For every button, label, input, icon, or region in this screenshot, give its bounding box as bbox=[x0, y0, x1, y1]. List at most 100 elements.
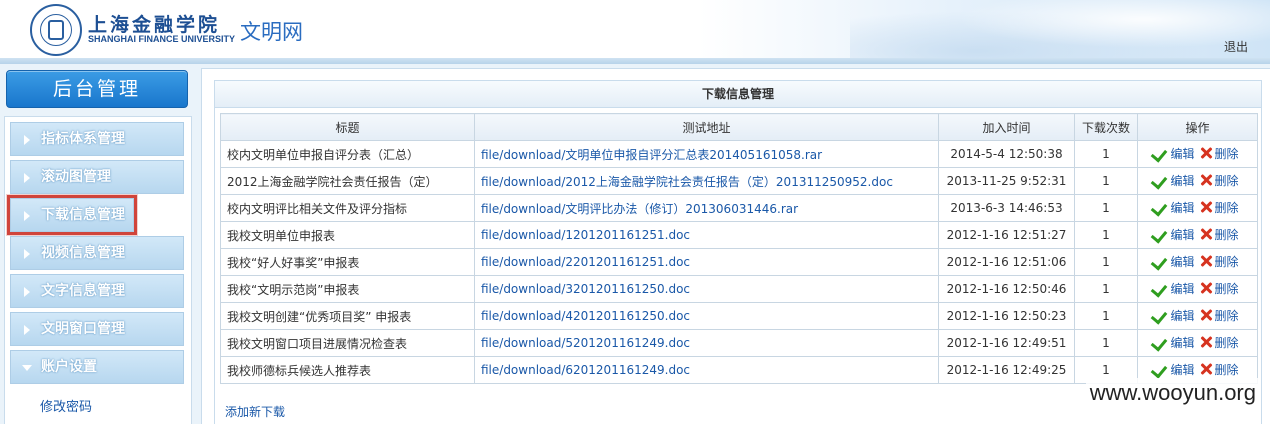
arrow-right-icon bbox=[24, 173, 30, 183]
cell-url: file/download/文明单位申报自评分汇总表201405161058.r… bbox=[474, 140, 939, 168]
table-body: 校内文明单位申报自评分表（汇总） file/download/文明单位申报自评分汇… bbox=[220, 140, 1258, 384]
cell-title: 我校“文明示范岗”申报表 bbox=[220, 275, 475, 303]
download-url-link[interactable]: file/download/1201201161251.doc bbox=[481, 228, 690, 242]
edit-button[interactable]: 编辑 bbox=[1152, 145, 1194, 162]
table-row: 我校文明窗口项目进展情况检查表 file/download/52012011612… bbox=[220, 329, 1258, 357]
logout-link[interactable]: 退出 bbox=[1224, 38, 1248, 55]
delete-label: 删除 bbox=[1214, 173, 1239, 188]
download-panel: 下载信息管理 标题 测试地址 加入时间 下载次数 操作 校内文明单位申报自评分表… bbox=[214, 80, 1262, 424]
sidebar-item-indicator-system[interactable]: 指标体系管理 bbox=[10, 122, 184, 156]
download-url-link[interactable]: file/download/文明评比办法（修订）201306031446.rar bbox=[481, 202, 798, 216]
edit-label: 编辑 bbox=[1170, 335, 1195, 350]
column-header-actions: 操作 bbox=[1137, 113, 1258, 141]
sidebar-subitem-change-password[interactable]: 修改密码 bbox=[40, 396, 92, 415]
delete-x-icon bbox=[1199, 281, 1213, 295]
delete-button[interactable]: 删除 bbox=[1199, 307, 1239, 324]
cell-title: 校内文明单位申报自评分表（汇总） bbox=[220, 140, 475, 168]
table-row: 校内文明单位申报自评分表（汇总） file/download/文明单位申报自评分汇… bbox=[220, 140, 1258, 168]
cell-count: 1 bbox=[1074, 221, 1138, 249]
sidebar-title: 后台管理 bbox=[6, 70, 188, 108]
cell-actions: 编辑 删除 bbox=[1137, 140, 1258, 168]
arrow-down-icon bbox=[22, 365, 32, 371]
sidebar-item-label: 视频信息管理 bbox=[41, 245, 125, 261]
check-icon bbox=[1152, 146, 1168, 160]
cell-time: 2014-5-4 12:50:38 bbox=[938, 140, 1075, 168]
download-url-link[interactable]: file/download/5201201161249.doc bbox=[481, 336, 690, 350]
edit-button[interactable]: 编辑 bbox=[1152, 253, 1194, 270]
cell-count: 1 bbox=[1074, 329, 1138, 357]
panel-title: 下载信息管理 bbox=[215, 81, 1261, 108]
download-url-link[interactable]: file/download/2012上海金融学院社会责任报告（定）2013112… bbox=[481, 175, 893, 189]
cell-title: 2012上海金融学院社会责任报告（定） bbox=[220, 167, 475, 195]
check-icon bbox=[1152, 200, 1168, 214]
column-header-time: 加入时间 bbox=[938, 113, 1075, 141]
download-url-link[interactable]: file/download/2201201161251.doc bbox=[481, 255, 690, 269]
sidebar-item-account[interactable]: 账户设置 bbox=[10, 350, 184, 384]
column-header-count: 下载次数 bbox=[1074, 113, 1138, 141]
cell-count: 1 bbox=[1074, 167, 1138, 195]
university-seal-logo bbox=[30, 4, 82, 56]
site-title: 文明网 bbox=[240, 20, 303, 44]
delete-x-icon bbox=[1199, 362, 1213, 376]
edit-button[interactable]: 编辑 bbox=[1152, 199, 1194, 216]
delete-x-icon bbox=[1199, 173, 1213, 187]
download-url-link[interactable]: file/download/6201201161249.doc bbox=[481, 363, 690, 377]
download-url-link[interactable]: file/download/文明单位申报自评分汇总表201405161058.r… bbox=[481, 148, 822, 162]
add-download-link[interactable]: 添加新下载 bbox=[225, 403, 285, 420]
delete-button[interactable]: 删除 bbox=[1199, 199, 1239, 216]
table-row: 2012上海金融学院社会责任报告（定） file/download/2012上海金… bbox=[220, 167, 1258, 195]
sidebar: 后台管理 指标体系管理 滚动图管理 下载信息管理 视频信息管理 文字信息管理 文… bbox=[0, 64, 198, 424]
delete-button[interactable]: 删除 bbox=[1199, 280, 1239, 297]
cell-time: 2012-1-16 12:50:46 bbox=[938, 275, 1075, 303]
delete-label: 删除 bbox=[1214, 146, 1239, 161]
cell-url: file/download/4201201161250.doc bbox=[474, 302, 939, 330]
download-url-link[interactable]: file/download/4201201161250.doc bbox=[481, 309, 690, 323]
edit-label: 编辑 bbox=[1170, 173, 1195, 188]
cell-actions: 编辑 删除 bbox=[1137, 167, 1258, 195]
sidebar-item-windows[interactable]: 文明窗口管理 bbox=[10, 312, 184, 346]
cell-actions: 编辑 删除 bbox=[1137, 221, 1258, 249]
edit-button[interactable]: 编辑 bbox=[1152, 334, 1194, 351]
delete-button[interactable]: 删除 bbox=[1199, 172, 1239, 189]
edit-label: 编辑 bbox=[1170, 254, 1195, 269]
sidebar-item-label: 指标体系管理 bbox=[41, 131, 125, 147]
cell-time: 2012-1-16 12:50:23 bbox=[938, 302, 1075, 330]
delete-label: 删除 bbox=[1214, 254, 1239, 269]
edit-button[interactable]: 编辑 bbox=[1152, 361, 1194, 378]
sidebar-item-downloads[interactable]: 下载信息管理 bbox=[7, 195, 137, 235]
delete-x-icon bbox=[1199, 227, 1213, 241]
sidebar-item-videos[interactable]: 视频信息管理 bbox=[10, 236, 184, 270]
delete-x-icon bbox=[1199, 200, 1213, 214]
download-url-link[interactable]: file/download/3201201161250.doc bbox=[481, 282, 690, 296]
edit-label: 编辑 bbox=[1170, 308, 1195, 323]
page-header: 上海金融学院 SHANGHAI FINANCE UNIVERSITY 文明网 退… bbox=[0, 0, 1270, 64]
delete-button[interactable]: 删除 bbox=[1199, 253, 1239, 270]
cell-actions: 编辑 删除 bbox=[1137, 329, 1258, 357]
cell-url: file/download/文明评比办法（修订）201306031446.rar bbox=[474, 194, 939, 222]
table-row: 我校“好人好事奖”申报表 file/download/2201201161251.… bbox=[220, 248, 1258, 276]
cell-url: file/download/2201201161251.doc bbox=[474, 248, 939, 276]
edit-label: 编辑 bbox=[1170, 200, 1195, 215]
edit-button[interactable]: 编辑 bbox=[1152, 226, 1194, 243]
delete-button[interactable]: 删除 bbox=[1199, 334, 1239, 351]
edit-button[interactable]: 编辑 bbox=[1152, 172, 1194, 189]
column-header-title: 标题 bbox=[220, 113, 475, 141]
sidebar-item-text-info[interactable]: 文字信息管理 bbox=[10, 274, 184, 308]
sidebar-item-carousel[interactable]: 滚动图管理 bbox=[10, 160, 184, 194]
edit-button[interactable]: 编辑 bbox=[1152, 307, 1194, 324]
column-header-url: 测试地址 bbox=[474, 113, 939, 141]
sidebar-item-label: 文字信息管理 bbox=[41, 283, 125, 299]
edit-button[interactable]: 编辑 bbox=[1152, 280, 1194, 297]
cell-time: 2013-6-3 14:46:53 bbox=[938, 194, 1075, 222]
cell-actions: 编辑 删除 bbox=[1137, 275, 1258, 303]
sidebar-item-label: 下载信息管理 bbox=[41, 207, 125, 223]
cell-time: 2012-1-16 12:51:06 bbox=[938, 248, 1075, 276]
cell-count: 1 bbox=[1074, 275, 1138, 303]
header-decoration bbox=[850, 0, 1270, 64]
delete-button[interactable]: 删除 bbox=[1199, 226, 1239, 243]
cell-url: file/download/5201201161249.doc bbox=[474, 329, 939, 357]
delete-button[interactable]: 删除 bbox=[1199, 145, 1239, 162]
cell-time: 2012-1-16 12:49:51 bbox=[938, 329, 1075, 357]
delete-x-icon bbox=[1199, 146, 1213, 160]
delete-button[interactable]: 删除 bbox=[1199, 361, 1239, 378]
